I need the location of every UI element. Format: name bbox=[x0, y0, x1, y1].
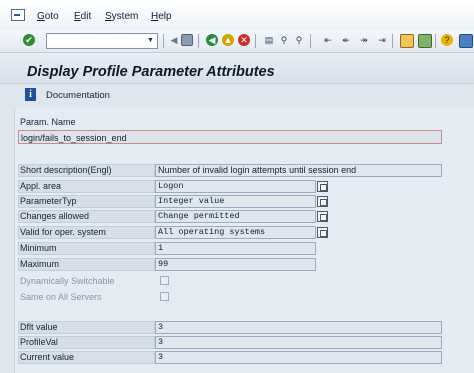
valid-os-value-help-icon[interactable] bbox=[317, 227, 328, 238]
short-description-label: Short description(Engl) bbox=[20, 165, 112, 175]
page-title: Display Profile Parameter Attributes bbox=[27, 64, 275, 80]
profile-value-label: ProfileVal bbox=[20, 337, 58, 347]
dynamically-switchable-label: Dynamically Switchable bbox=[20, 276, 115, 286]
param-name-label: Param. Name bbox=[20, 117, 76, 127]
maximum-label: Maximum bbox=[20, 259, 60, 269]
help-icon[interactable]: ? bbox=[441, 34, 453, 46]
parameter-type-value: Integer value bbox=[158, 196, 225, 206]
minimum-value: 1 bbox=[158, 243, 164, 253]
documentation-button[interactable]: Documentation bbox=[46, 90, 110, 101]
find-next-icon[interactable]: ⚲ bbox=[293, 34, 305, 46]
valid-os-label: Valid for oper. system bbox=[20, 227, 106, 237]
next-page-icon[interactable]: ↠ bbox=[358, 34, 370, 46]
appl-area-value: Logon bbox=[158, 181, 184, 191]
menu-goto-label: oto bbox=[44, 11, 59, 22]
menu-edit-mnemonic: E bbox=[74, 11, 81, 22]
param-name-value: login/fails_to_session_end bbox=[21, 133, 127, 143]
menu-help-label: elp bbox=[158, 11, 172, 22]
menu-edit[interactable]: Edit bbox=[74, 11, 91, 22]
enter-icon[interactable]: ✔ bbox=[23, 34, 35, 46]
previous-page-icon[interactable]: ↞ bbox=[340, 34, 352, 46]
toolbar-separator bbox=[392, 34, 393, 48]
menu-system[interactable]: System bbox=[105, 11, 138, 22]
menu-system-label: ystem bbox=[111, 11, 139, 22]
title-bar: Display Profile Parameter Attributes bbox=[0, 53, 474, 84]
changes-allowed-value: Change permitted bbox=[158, 211, 240, 221]
changes-allowed-field: Change permitted bbox=[155, 210, 316, 223]
nav-back-arrow-icon: ◀ bbox=[170, 34, 178, 45]
current-value-field: 3 bbox=[155, 351, 442, 364]
param-name-field[interactable]: login/fails_to_session_end bbox=[18, 130, 442, 144]
default-value-field: 3 bbox=[155, 321, 442, 334]
toolbar-separator bbox=[435, 34, 436, 48]
print-icon[interactable]: ▤ bbox=[263, 34, 275, 46]
first-page-icon[interactable]: ⇤ bbox=[322, 34, 334, 46]
menu-edit-label: dit bbox=[80, 11, 92, 22]
parameter-type-field: Integer value bbox=[155, 195, 316, 208]
system-menu-icon[interactable] bbox=[11, 9, 25, 21]
maximum-value: 99 bbox=[158, 259, 169, 269]
exit-icon[interactable]: ▲ bbox=[222, 34, 234, 46]
layout-icon[interactable] bbox=[459, 34, 473, 48]
valid-os-field: All operating systems bbox=[155, 226, 316, 239]
same-on-all-servers-checkbox[interactable] bbox=[160, 292, 169, 301]
menu-goto[interactable]: Goto bbox=[37, 11, 59, 22]
menu-help[interactable]: Help bbox=[151, 11, 172, 22]
menu-bar: Goto Edit System Help bbox=[0, 0, 474, 31]
save-icon[interactable] bbox=[181, 34, 193, 46]
appl-area-field: Logon bbox=[155, 180, 316, 193]
toolbar-separator bbox=[198, 34, 199, 48]
dynamically-switchable-checkbox[interactable] bbox=[160, 276, 169, 285]
command-dropdown-icon[interactable]: ▼ bbox=[146, 34, 155, 47]
appl-area-value-help-icon[interactable] bbox=[317, 181, 328, 192]
find-icon[interactable]: ⚲ bbox=[278, 34, 290, 46]
toolbar-separator bbox=[163, 34, 164, 48]
profile-value-value: 3 bbox=[158, 337, 164, 347]
short-description-field: Number of invalid login attempts until s… bbox=[155, 164, 442, 177]
shortcut-icon[interactable] bbox=[418, 34, 432, 48]
maximum-field: 99 bbox=[155, 258, 316, 271]
command-field[interactable] bbox=[46, 33, 158, 49]
cancel-icon[interactable]: ✕ bbox=[238, 34, 250, 46]
short-description-value: Number of invalid login attempts until s… bbox=[158, 165, 357, 175]
default-value-value: 3 bbox=[158, 322, 164, 332]
menu-goto-mnemonic: G bbox=[37, 11, 45, 22]
current-value-value: 3 bbox=[158, 352, 164, 362]
minimum-field: 1 bbox=[155, 242, 316, 255]
changes-allowed-value-help-icon[interactable] bbox=[317, 211, 328, 222]
default-value-label: Dflt value bbox=[20, 322, 58, 332]
parameter-type-label: ParameterTyp bbox=[20, 196, 77, 206]
toolbar-separator bbox=[310, 34, 311, 48]
profile-value-field: 3 bbox=[155, 336, 442, 349]
valid-os-value: All operating systems bbox=[158, 227, 266, 237]
info-icon[interactable]: i bbox=[25, 88, 36, 101]
changes-allowed-label: Changes allowed bbox=[20, 211, 90, 221]
current-value-label: Current value bbox=[20, 352, 75, 362]
last-page-icon[interactable]: ⇥ bbox=[376, 34, 388, 46]
minimum-label: Minimum bbox=[20, 243, 57, 253]
menu-system-mnemonic: S bbox=[105, 11, 112, 22]
new-session-icon[interactable] bbox=[400, 34, 414, 48]
toolbar-separator bbox=[255, 34, 256, 48]
same-on-all-servers-label: Same on All Servers bbox=[20, 292, 102, 302]
appl-area-label: Appl. area bbox=[20, 181, 62, 191]
parameter-type-value-help-icon[interactable] bbox=[317, 196, 328, 207]
application-toolbar: i Documentation bbox=[0, 84, 474, 108]
standard-toolbar: ✔ ▼ ◀ ◀ ▲ ✕ ▤ ⚲ ⚲ ⇤ ↞ ↠ ⇥ ? bbox=[0, 30, 474, 53]
back-icon[interactable]: ◀ bbox=[206, 34, 218, 46]
